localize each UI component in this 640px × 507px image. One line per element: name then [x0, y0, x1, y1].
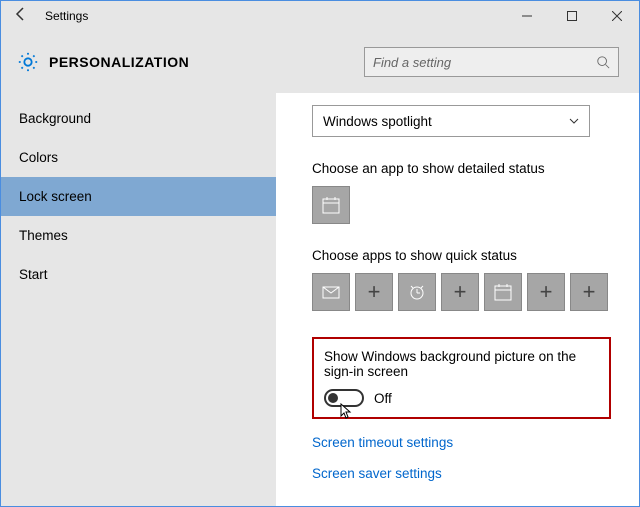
quick-status-add-1[interactable]: +	[355, 273, 393, 311]
screen-timeout-link[interactable]: Screen timeout settings	[312, 435, 611, 450]
sidebar-item-lock-screen[interactable]: Lock screen	[1, 177, 276, 216]
search-icon	[596, 55, 610, 69]
screen-saver-link[interactable]: Screen saver settings	[312, 466, 611, 481]
quick-status-add-2[interactable]: +	[441, 273, 479, 311]
page-title: PERSONALIZATION	[49, 54, 364, 70]
signin-toggle-value: Off	[374, 391, 392, 406]
quick-status-label: Choose apps to show quick status	[312, 248, 611, 263]
plus-icon: +	[540, 279, 553, 305]
quick-status-app-mail[interactable]	[312, 273, 350, 311]
quick-status-add-3[interactable]: +	[527, 273, 565, 311]
highlight-box: Show Windows background picture on the s…	[312, 337, 611, 419]
quick-status-app-calendar[interactable]	[484, 273, 522, 311]
quick-status-add-4[interactable]: +	[570, 273, 608, 311]
gear-icon	[17, 51, 39, 73]
detailed-status-app-calendar[interactable]	[312, 186, 350, 224]
mail-icon	[321, 282, 341, 302]
plus-icon: +	[454, 279, 467, 305]
sidebar-item-background[interactable]: Background	[1, 99, 276, 138]
signin-toggle-label: Show Windows background picture on the s…	[324, 349, 597, 379]
calendar-icon	[321, 195, 341, 215]
cursor-icon	[340, 403, 354, 421]
alarm-icon	[407, 282, 427, 302]
maximize-button[interactable]	[549, 1, 594, 31]
detailed-status-label: Choose an app to show detailed status	[312, 161, 611, 176]
sidebar: Background Colors Lock screen Themes Sta…	[1, 93, 276, 506]
quick-status-app-alarm[interactable]	[398, 273, 436, 311]
minimize-button[interactable]	[504, 1, 549, 31]
dropdown-value: Windows spotlight	[323, 114, 569, 129]
plus-icon: +	[583, 279, 596, 305]
window-title: Settings	[41, 9, 504, 23]
sidebar-item-themes[interactable]: Themes	[1, 216, 276, 255]
sidebar-item-start[interactable]: Start	[1, 255, 276, 294]
back-button[interactable]	[1, 6, 41, 27]
close-button[interactable]	[594, 1, 639, 31]
sidebar-item-colors[interactable]: Colors	[1, 138, 276, 177]
chevron-down-icon	[569, 116, 579, 126]
search-input[interactable]: Find a setting	[364, 47, 619, 77]
background-dropdown[interactable]: Windows spotlight	[312, 105, 590, 137]
search-placeholder: Find a setting	[373, 55, 596, 70]
calendar-icon	[493, 282, 513, 302]
plus-icon: +	[368, 279, 381, 305]
